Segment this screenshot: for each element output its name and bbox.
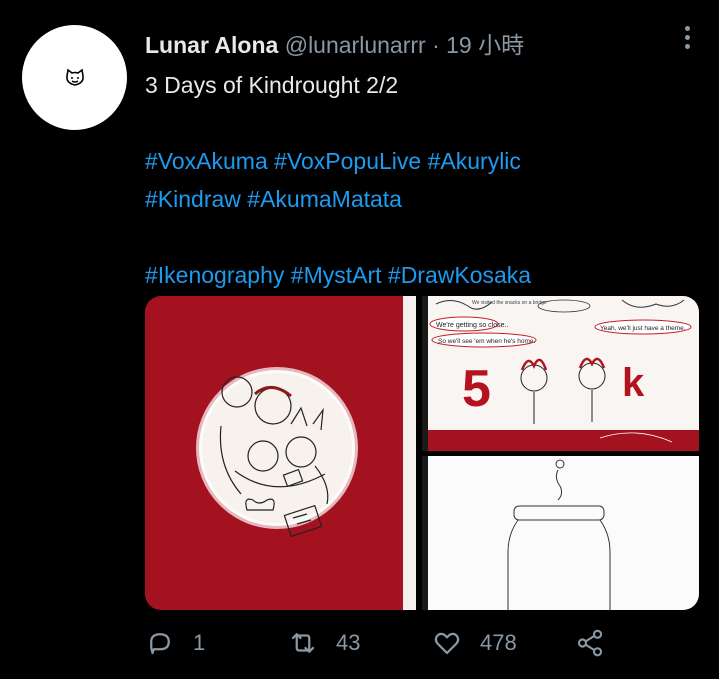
- tweet-body: 3 Days of Kindrought 2/2: [145, 72, 399, 98]
- hashtag-link[interactable]: #DrawKosaka: [388, 262, 531, 288]
- share-icon: [577, 629, 603, 657]
- hashtag-link[interactable]: #Akurylic: [428, 148, 521, 174]
- share-button[interactable]: [575, 628, 623, 658]
- more-dots-icon[interactable]: [683, 26, 691, 52]
- like-button[interactable]: 478: [432, 628, 517, 658]
- timestamp[interactable]: 19 小時: [446, 32, 524, 58]
- hashtag-link[interactable]: #Kindraw: [145, 186, 241, 212]
- heart-icon: [434, 632, 460, 655]
- svg-text:We visited the snacks on a bri: We visited the snacks on a bridge: [472, 300, 547, 306]
- media-image-1[interactable]: [145, 296, 416, 610]
- retweet-icon: [291, 633, 315, 653]
- reply-icon: [150, 633, 170, 655]
- retweet-count: 43: [336, 630, 361, 655]
- separator-dot: ·: [432, 32, 447, 58]
- hashtag-line: #Ikenography #MystArt #DrawKosaka: [145, 256, 705, 294]
- tweet-text: 3 Days of Kindrought 2/2 #VoxAkuma #VoxP…: [145, 66, 705, 294]
- media-image-3[interactable]: [422, 456, 699, 610]
- avatar[interactable]: [22, 25, 127, 130]
- display-name[interactable]: Lunar Alona: [145, 32, 278, 58]
- tweet-header: Lunar Alona @lunarlunarrr · 19 小時: [145, 26, 524, 60]
- retweet-button[interactable]: 43: [288, 628, 360, 658]
- media-grid: We visited the snacks on a bridge We're …: [145, 296, 699, 610]
- speech-bubble-text: Yeah, we'll just have a theme.: [600, 325, 686, 332]
- hashtag-link[interactable]: #Ikenography: [145, 262, 284, 288]
- like-count: 478: [480, 630, 517, 655]
- speech-bubble-text: We're getting so close..: [436, 322, 508, 329]
- comic-number: 5: [462, 360, 491, 418]
- user-handle[interactable]: @lunarlunarrr: [285, 32, 426, 58]
- speech-bubble-text: So we'll see 'em when he's home.: [438, 338, 535, 345]
- comic-letter: k: [622, 361, 645, 405]
- hashtag-link[interactable]: #MystArt: [291, 262, 382, 288]
- tweet-actions: 1 43 478: [145, 628, 615, 666]
- reply-count: 1: [193, 630, 206, 655]
- hashtag-link[interactable]: #AkumaMatata: [247, 186, 402, 212]
- cat-face-icon: [65, 68, 84, 86]
- media-image-2[interactable]: We visited the snacks on a bridge We're …: [422, 296, 699, 451]
- hashtag-link[interactable]: #VoxPopuLive: [274, 148, 421, 174]
- hashtag-line: #Kindraw #AkumaMatata: [145, 180, 705, 218]
- reply-button[interactable]: 1: [145, 628, 205, 658]
- hashtag-link[interactable]: #VoxAkuma: [145, 148, 268, 174]
- hashtag-line: #VoxAkuma #VoxPopuLive #Akurylic: [145, 142, 705, 180]
